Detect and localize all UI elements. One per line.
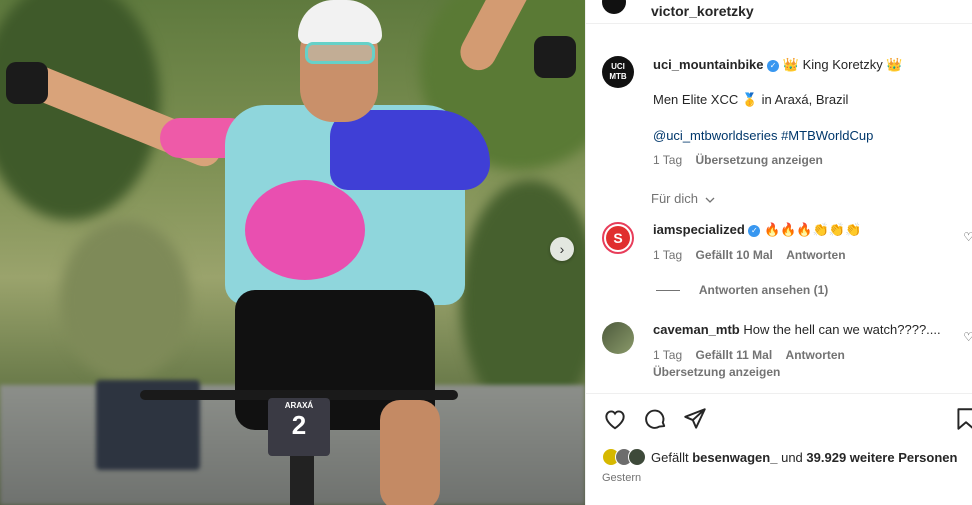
share-icon[interactable] <box>682 406 708 432</box>
background-tree <box>460 180 585 420</box>
caption-first-line: uci_mountainbike ✓ 👑 King Koretzky 👑 <box>653 56 903 74</box>
caption-time: 1 Tag <box>653 153 683 167</box>
comment-likes[interactable]: Gefällt 10 Mal <box>695 248 772 262</box>
jersey-panel-pink <box>245 180 365 280</box>
avatar-text: UCI <box>611 62 625 71</box>
bib-plate: ARAXÁ 2 <box>268 398 330 456</box>
author-avatar[interactable] <box>602 0 626 14</box>
caption-meta: 1 Tag Übersetzung anzeigen <box>653 153 833 167</box>
comment-translate-link[interactable]: Übersetzung anzeigen <box>653 365 780 379</box>
caption-hashtags[interactable]: @uci_mtbworldseries #MTBWorldCup <box>653 128 873 143</box>
post-date: Gestern <box>602 472 642 484</box>
likes-prefix: Gefällt <box>651 449 689 465</box>
comment-icon[interactable] <box>642 406 668 432</box>
post-sidebar: victor_koretzky UCI MTB uci_mountainbike… <box>585 0 972 505</box>
author-username[interactable]: victor_koretzky <box>651 3 754 19</box>
likes-others[interactable]: 39.929 weitere Personen <box>806 450 957 465</box>
next-photo-button[interactable]: › <box>550 237 574 261</box>
jersey-panel-blue <box>330 110 490 190</box>
likes-middle: und <box>781 449 803 465</box>
view-replies-label: Antworten ansehen (1) <box>698 283 829 297</box>
comment-text-line: iamspecialized ✓ 🔥🔥🔥👏👏👏 <box>653 222 861 238</box>
comment-text: 🔥🔥🔥👏👏👏 <box>764 222 862 237</box>
comment-sort-dropdown[interactable]: Für dich <box>651 191 715 206</box>
comment-reply-button[interactable]: Antworten <box>786 248 845 262</box>
comment-username[interactable]: caveman_mtb <box>653 322 740 337</box>
avatar-text: MTB <box>609 72 627 81</box>
comment-username[interactable]: iamspecialized <box>653 222 745 237</box>
heart-icon[interactable] <box>602 406 628 432</box>
comment-meta: 1 Tag Gefällt 11 Mal Antworten <box>653 348 855 362</box>
caption-avatar[interactable]: UCI MTB <box>602 56 634 88</box>
post-actions: Gefällt besenwagen_ und 39.929 weitere P… <box>586 393 972 505</box>
rider-glasses <box>305 42 375 64</box>
verified-badge-icon: ✓ <box>748 224 761 237</box>
post-photo[interactable]: ARAXÁ 2 › <box>0 0 585 505</box>
comment-time: 1 Tag <box>653 248 683 262</box>
comment-likes[interactable]: Gefällt 11 Mal <box>695 348 772 362</box>
rider-leg <box>380 400 440 505</box>
rider-glove-left <box>6 62 48 104</box>
caption-text: 👑 King Koretzky 👑 <box>782 57 903 72</box>
bookmark-icon[interactable] <box>953 406 972 432</box>
liker-avatar <box>628 448 646 466</box>
comment-text: How the hell can we watch????.... <box>743 322 941 337</box>
comment-avatar[interactable]: S <box>602 222 634 254</box>
specialized-logo-icon: S <box>606 226 630 250</box>
chevron-right-icon: › <box>559 241 565 257</box>
post-header: victor_koretzky <box>586 0 972 24</box>
divider <box>656 290 680 292</box>
comment-avatar[interactable] <box>602 322 634 354</box>
caption-line-2: Men Elite XCC 🥇 in Araxá, Brazil <box>653 92 849 107</box>
likes-summary: Gefällt besenwagen_ und 39.929 weitere P… <box>602 448 957 466</box>
likes-user[interactable]: besenwagen_ <box>692 450 777 465</box>
comment-reply-button[interactable]: Antworten <box>786 348 845 362</box>
comment-time: 1 Tag <box>653 348 683 362</box>
comment-text-line: caveman_mtb How the hell can we watch???… <box>653 322 941 337</box>
rider-helmet <box>298 0 382 44</box>
background-tree <box>60 220 190 380</box>
verified-badge-icon: ✓ <box>767 59 780 72</box>
chevron-down-icon <box>702 191 715 206</box>
bib-number: 2 <box>291 410 307 440</box>
rider-glove-right <box>534 36 576 78</box>
comment-meta: 1 Tag Gefällt 10 Mal Antworten <box>653 248 856 262</box>
caption-translate-link[interactable]: Übersetzung anzeigen <box>695 153 822 167</box>
view-replies-button[interactable]: Antworten ansehen (1) <box>656 283 828 297</box>
caption-username[interactable]: uci_mountainbike <box>653 57 764 72</box>
comment-like-heart-icon[interactable]: ♡ <box>963 230 972 244</box>
comment-like-heart-icon[interactable]: ♡ <box>963 330 972 344</box>
bib-plate-top: ARAXÁ <box>284 401 314 410</box>
comment-sort-label: Für dich <box>651 191 698 206</box>
